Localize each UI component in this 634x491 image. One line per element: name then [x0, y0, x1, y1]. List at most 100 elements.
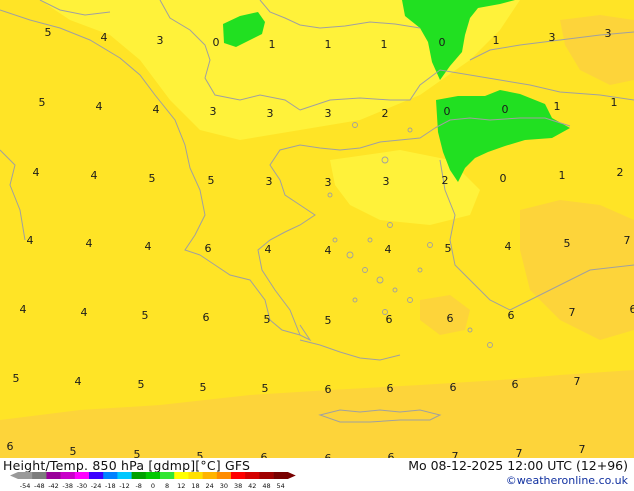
temperature-label: 4 — [96, 100, 103, 113]
temperature-label: 3 — [210, 105, 217, 118]
temperature-label: 6 — [450, 381, 457, 394]
temperature-label: 7 — [624, 234, 631, 247]
temperature-label: 4 — [27, 234, 34, 247]
temperature-label: 3 — [325, 107, 332, 120]
temperature-label: 3 — [605, 27, 612, 40]
temperature-label: 0 — [502, 103, 509, 116]
scale-tick-label: 38 — [234, 482, 242, 490]
scale-swatch — [32, 472, 47, 479]
scale-swatch — [174, 472, 189, 479]
temperature-label: 2 — [617, 166, 624, 179]
temperature-label: 5 — [149, 172, 156, 185]
scale-swatch — [188, 472, 203, 479]
temperature-label: 6 — [508, 309, 515, 322]
temperature-label: 6 — [7, 440, 14, 453]
credit-link[interactable]: ©weatheronline.co.uk — [506, 474, 628, 487]
temperature-label: 3 — [157, 34, 164, 47]
temperature-label: 5 — [197, 450, 204, 458]
scale-swatch — [231, 472, 246, 479]
scale-tick-label: -54 — [20, 482, 31, 490]
temperature-label: 0 — [439, 36, 446, 49]
scale-tick-label: -42 — [48, 482, 59, 490]
temperature-label: 7 — [452, 450, 459, 458]
temperature-label: 5 — [45, 26, 52, 39]
temperature-label: 7 — [574, 375, 581, 388]
temperature-label: 2 — [382, 107, 389, 120]
temperature-label: 6 — [205, 242, 212, 255]
weather-map: 5430111013354433320011445533320124446444… — [0, 0, 634, 458]
scale-tick-label: 48 — [262, 482, 270, 490]
temperature-label: 4 — [265, 243, 272, 256]
temperature-label: 4 — [81, 306, 88, 319]
color-scale: -54-48-42-38-30-24-18-12-808121824303842… — [10, 471, 300, 491]
temperature-label: 6 — [261, 451, 268, 458]
scale-tick-label: -18 — [105, 482, 116, 490]
temperature-label: 6 — [630, 303, 634, 316]
scale-arrow-left — [10, 472, 18, 479]
scale-swatch — [117, 472, 131, 479]
temperature-label: 6 — [447, 312, 454, 325]
temperature-label: 4 — [385, 243, 392, 256]
temperature-label: 5 — [70, 445, 77, 458]
temperature-label: 5 — [564, 237, 571, 250]
temperature-label: 1 — [381, 38, 388, 51]
temperature-label: 5 — [138, 378, 145, 391]
scale-swatch — [203, 472, 218, 479]
temperature-label: 4 — [75, 375, 82, 388]
temperature-label: 5 — [445, 242, 452, 255]
temperature-label: 5 — [134, 448, 141, 458]
temperature-label: 7 — [579, 443, 586, 456]
map-datetime: Mo 08-12-2025 12:00 UTC (12+96) — [408, 458, 628, 473]
temperature-label: 5 — [264, 313, 271, 326]
scale-swatch — [245, 472, 260, 479]
temperature-label: 6 — [512, 378, 519, 391]
temperature-label: 3 — [267, 107, 274, 120]
scale-tick-label: 54 — [277, 482, 285, 490]
temperature-label: 4 — [145, 240, 152, 253]
scale-tick-label: 18 — [191, 482, 199, 490]
temperature-label: 0 — [500, 172, 507, 185]
temperature-label: 4 — [86, 237, 93, 250]
temperature-label: 0 — [444, 105, 451, 118]
scale-tick-label: -30 — [77, 482, 88, 490]
temperature-label: 4 — [325, 244, 332, 257]
temperature-label: 7 — [569, 306, 576, 319]
scale-tick-label: -38 — [62, 482, 73, 490]
temperature-label: 5 — [39, 96, 46, 109]
temperature-label: 4 — [101, 31, 108, 44]
scale-tick-label: -12 — [119, 482, 130, 490]
temperature-label: 5 — [142, 309, 149, 322]
temperature-label: 6 — [203, 311, 210, 324]
temperature-label: 1 — [611, 96, 618, 109]
scale-swatch — [18, 472, 33, 479]
scale-arrow-right — [288, 472, 296, 479]
scale-swatch — [89, 472, 104, 479]
temperature-label: 1 — [325, 38, 332, 51]
temperature-label: 1 — [559, 169, 566, 182]
scale-tick-label: -48 — [34, 482, 45, 490]
scale-tick-label: 24 — [206, 482, 214, 490]
temperature-label: 4 — [153, 103, 160, 116]
map-footer: Height/Temp. 850 hPa [gdmp][°C] GFS Mo 0… — [0, 458, 634, 490]
temperature-label: 5 — [262, 382, 269, 395]
temperature-label: 4 — [33, 166, 40, 179]
temperature-label: 4 — [20, 303, 27, 316]
temperature-label: 6 — [325, 383, 332, 396]
scale-tick-label: -8 — [135, 482, 141, 490]
temperature-label: 5 — [325, 314, 332, 327]
temperature-label: 6 — [387, 382, 394, 395]
scale-swatch — [61, 472, 76, 479]
scale-swatch — [75, 472, 90, 479]
temperature-label: 0 — [213, 36, 220, 49]
scale-tick-label: -24 — [91, 482, 102, 490]
scale-swatch — [146, 472, 161, 479]
scale-swatch — [259, 472, 274, 479]
temperature-label: 4 — [505, 240, 512, 253]
temperature-label: 6 — [388, 451, 395, 458]
scale-swatch — [217, 472, 232, 479]
scale-tick-label: 8 — [165, 482, 169, 490]
temperature-label: 3 — [325, 176, 332, 189]
temperature-label: 7 — [516, 447, 523, 458]
scale-swatch — [274, 472, 289, 479]
scale-tick-label: 12 — [177, 482, 185, 490]
